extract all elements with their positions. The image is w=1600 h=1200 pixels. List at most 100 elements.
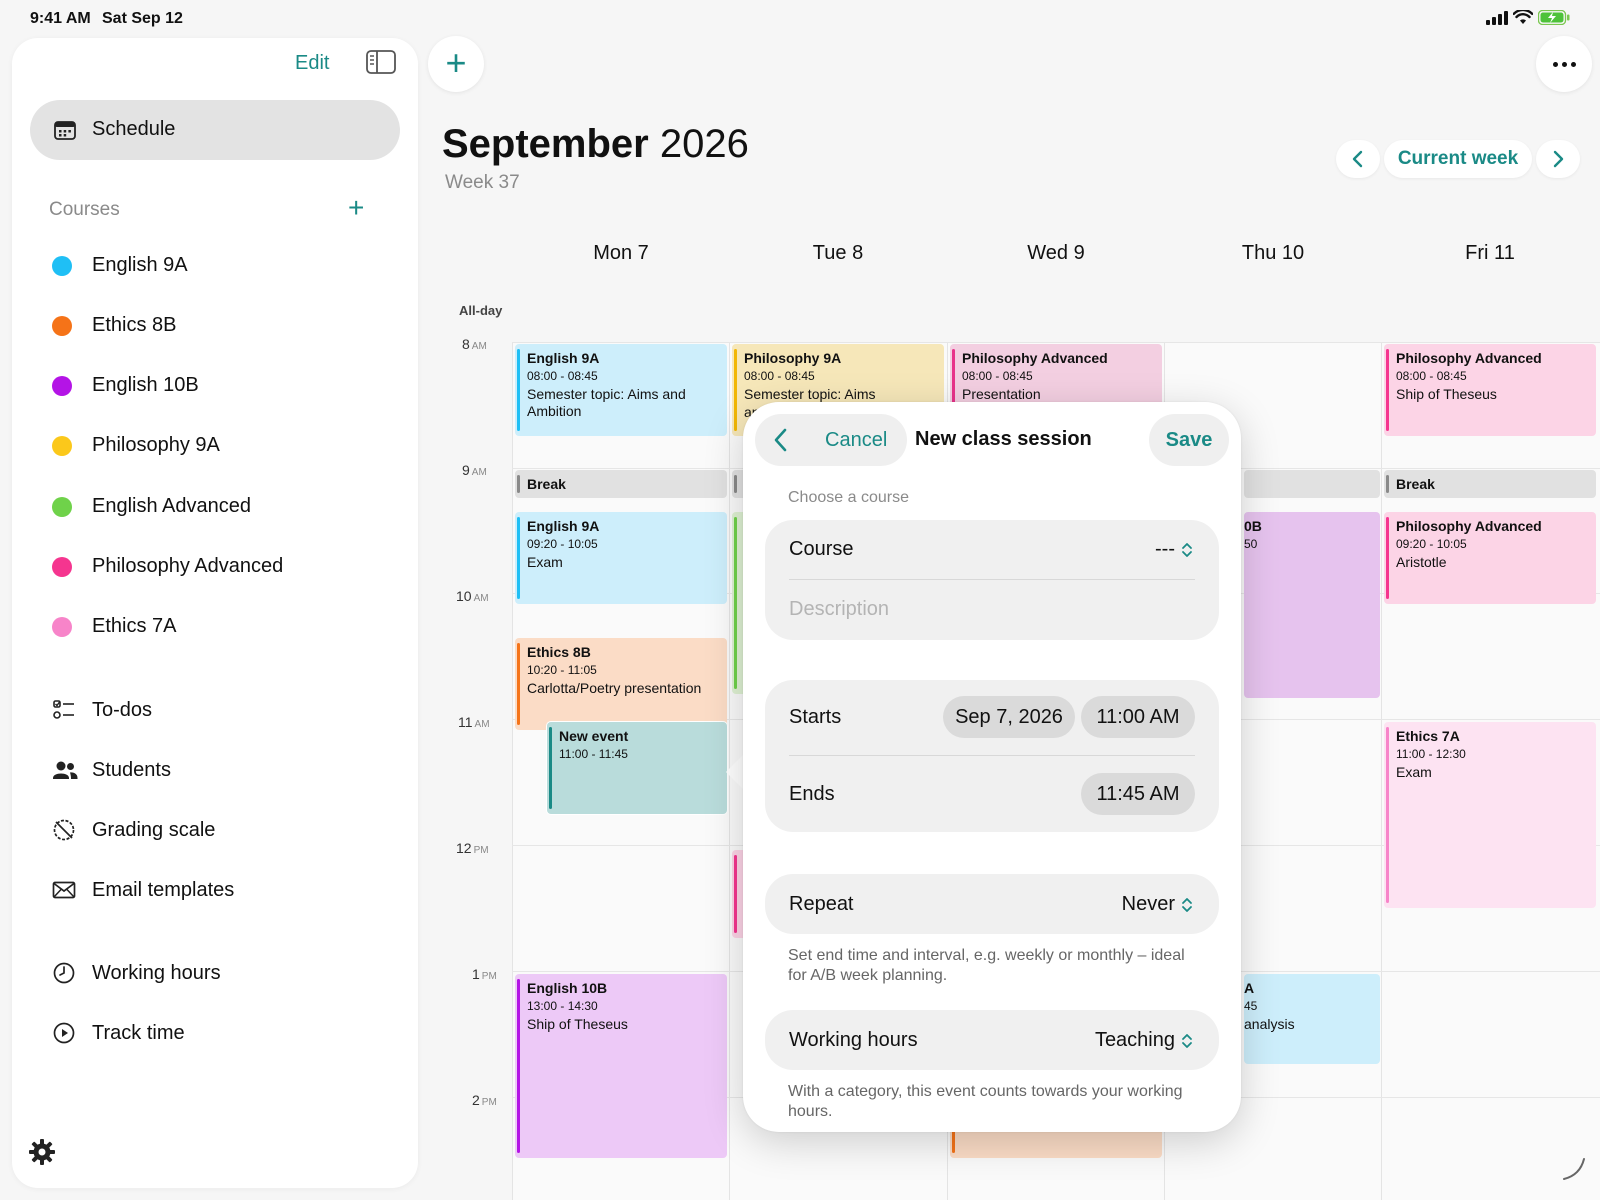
add-course-button[interactable]: + <box>348 192 364 224</box>
day-header: Fri 11 <box>1465 242 1515 264</box>
add-event-button[interactable]: + <box>428 36 484 92</box>
working-hours-value: Teaching <box>1094 1029 1175 1051</box>
ends-label: Ends <box>789 783 835 805</box>
calendar-event[interactable]: A 45 analysis <box>1244 974 1380 1064</box>
event-color-bar <box>1386 727 1389 903</box>
sidebar-item-email-templates[interactable]: Email templates <box>52 870 392 910</box>
calendar-event[interactable]: English 10B 13:00 - 14:30 Ship of Theseu… <box>515 974 727 1158</box>
day-header: Mon 7 <box>593 242 649 264</box>
sidebar-item-course[interactable]: Ethics 8B <box>52 305 392 345</box>
calendar-event[interactable]: English 9A 08:00 - 08:45 Semester topic:… <box>515 344 727 436</box>
calendar-event[interactable]: Ethics 7A 11:00 - 12:30 Exam <box>1384 722 1596 908</box>
calendar-event[interactable]: Philosophy Advanced 09:20 - 10:05 Aristo… <box>1384 512 1596 604</box>
grading-scale-icon <box>52 818 76 842</box>
sidebar-item-label: Email templates <box>92 879 235 901</box>
event-color-bar <box>517 475 520 493</box>
end-time-button[interactable]: 11:45 AM <box>1081 773 1195 815</box>
hour-label: 10 AM <box>456 588 489 604</box>
sidebar-item-track-time[interactable]: Track time <box>52 1013 392 1053</box>
event-description: Semester topic: Aims <box>744 386 876 402</box>
sidebar-item-course[interactable]: English 9A <box>52 245 392 285</box>
event-color-bar <box>734 349 737 431</box>
courses-section-title: Courses <box>49 199 120 220</box>
current-week-button[interactable]: Current week <box>1384 140 1532 178</box>
sidebar-item-label: Grading scale <box>92 819 216 841</box>
sidebar-item-course[interactable]: English Advanced <box>52 486 392 526</box>
edit-button[interactable]: Edit <box>295 52 329 75</box>
repeat-select[interactable]: Never <box>1122 893 1193 916</box>
working-hours-label: Working hours <box>789 1029 918 1051</box>
sidebar-item-todos[interactable]: To-dos <box>52 690 392 730</box>
working-hours-select[interactable]: Teaching <box>1095 1029 1193 1052</box>
event-description: Ship of Theseus <box>1396 386 1497 402</box>
divider <box>789 755 1195 756</box>
event-description: Aristotle <box>1396 554 1447 570</box>
sidebar-item-course[interactable]: Ethics 7A <box>52 606 392 646</box>
event-title: New event <box>559 728 629 744</box>
chevron-left-icon <box>1352 150 1363 168</box>
hour-divider <box>512 342 1600 343</box>
event-time: 10:20 - 11:05 <box>527 663 597 677</box>
calendar-event[interactable]: 0B 50 <box>1244 512 1380 698</box>
repeat-row[interactable]: Repeat Never <box>765 874 1219 934</box>
cancel-button[interactable]: Cancel <box>755 414 907 466</box>
calendar-event[interactable]: Ethics 8B 10:20 - 11:05 Carlotta/Poetry … <box>515 638 727 730</box>
sidebar-item-students[interactable]: Students <box>52 750 392 790</box>
break-event[interactable]: Break <box>515 470 727 498</box>
sidebar-item-course[interactable]: Philosophy Advanced <box>52 546 392 586</box>
event-time: 45 <box>1244 999 1258 1013</box>
event-color-bar <box>517 349 520 431</box>
new-event-draft[interactable]: New event 11:00 - 11:45 <box>547 722 727 814</box>
envelope-icon <box>52 878 76 902</box>
event-color-bar <box>1386 517 1389 599</box>
status-bar: 9:41 AM Sat Sep 12 <box>0 0 1600 36</box>
sidebar-item-working-hours[interactable]: Working hours <box>52 953 392 993</box>
break-event[interactable] <box>1244 470 1380 498</box>
sidebar: Edit Schedule Courses + English 9A Ethic… <box>12 38 418 1188</box>
event-color-bar <box>517 979 520 1153</box>
event-title: Philosophy Advanced <box>1396 350 1542 366</box>
more-dot <box>1571 62 1576 67</box>
sidebar-item-grading-scale[interactable]: Grading scale <box>52 810 392 850</box>
course-color-dot <box>52 617 72 637</box>
course-label: Ethics 8B <box>92 314 177 336</box>
working-hours-row[interactable]: Working hours Teaching <box>765 1010 1219 1070</box>
sidebar-toggle-icon[interactable] <box>366 50 396 79</box>
sidebar-item-schedule[interactable]: Schedule <box>30 100 400 160</box>
sidebar-item-course[interactable]: English 10B <box>52 365 392 405</box>
status-icons <box>1486 10 1570 25</box>
chevron-up-down-icon <box>1182 542 1192 557</box>
event-color-bar <box>734 475 737 493</box>
settings-gear-icon[interactable] <box>28 1138 56 1171</box>
event-description: Exam <box>527 554 563 570</box>
next-week-button[interactable] <box>1536 140 1580 178</box>
start-time-button[interactable]: 11:00 AM <box>1081 696 1195 738</box>
more-options-icon[interactable] <box>1536 36 1592 92</box>
course-color-dot <box>52 436 72 456</box>
save-button[interactable]: Save <box>1149 414 1229 466</box>
event-title: Philosophy Advanced <box>962 350 1108 366</box>
sidebar-item-label: Students <box>92 759 171 781</box>
clock-icon <box>52 961 76 985</box>
event-title: Philosophy 9A <box>744 350 842 366</box>
course-value: --- <box>1155 538 1175 560</box>
working-hours-help-text: With a category, this event counts towar… <box>788 1083 1183 1120</box>
course-select[interactable]: --- <box>1155 538 1193 561</box>
course-color-dot <box>52 497 72 517</box>
sidebar-item-label: Working hours <box>92 962 221 984</box>
hour-label: 2 PM <box>472 1092 497 1108</box>
start-date-button[interactable]: Sep 7, 2026 <box>943 696 1075 738</box>
event-time: 13:00 - 14:30 <box>527 999 598 1013</box>
break-event[interactable]: Break <box>1384 470 1596 498</box>
description-field[interactable]: Description <box>789 598 889 621</box>
previous-week-button[interactable] <box>1336 140 1380 178</box>
calendar-event[interactable]: English 9A 09:20 - 10:05 Exam <box>515 512 727 604</box>
status-time: 9:41 AM <box>30 10 91 27</box>
checklist-icon <box>52 698 76 722</box>
section-title: Choose a course <box>788 489 909 506</box>
students-icon <box>52 758 78 782</box>
day-header: Wed 9 <box>1027 242 1085 264</box>
sidebar-item-course[interactable]: Philosophy 9A <box>52 425 392 465</box>
day-header: Tue 8 <box>812 242 864 264</box>
calendar-event[interactable]: Philosophy Advanced 08:00 - 08:45 Ship o… <box>1384 344 1596 436</box>
